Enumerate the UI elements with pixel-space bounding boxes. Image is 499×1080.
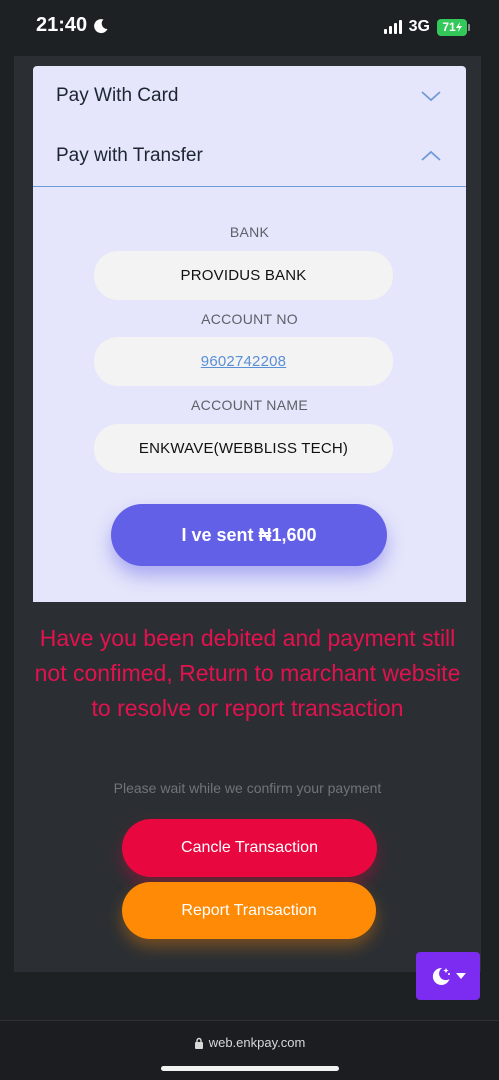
pay-with-transfer-toggle[interactable]: Pay with Transfer: [33, 126, 466, 187]
chevron-down-icon: [421, 91, 441, 102]
moon-stars-icon: [432, 967, 450, 985]
home-indicator[interactable]: [161, 1066, 339, 1071]
bank-label: BANK: [229, 224, 270, 240]
cancel-transaction-button[interactable]: Cancle Transaction: [122, 819, 377, 877]
pay-with-card-label: Pay With Card: [56, 85, 179, 106]
pay-with-card-toggle[interactable]: Pay With Card: [33, 66, 466, 126]
account-name-label: ACCOUNT NAME: [191, 397, 308, 413]
caret-down-icon: [456, 973, 466, 979]
status-time-group: 21:40: [36, 14, 109, 37]
status-indicators: 3G 71: [383, 18, 470, 36]
charging-icon: [455, 22, 462, 32]
report-transaction-button[interactable]: Report Transaction: [122, 882, 376, 939]
ive-sent-button[interactable]: I ve sent ₦1,600: [111, 504, 387, 566]
network-type: 3G: [408, 18, 430, 35]
battery-icon: 71: [437, 18, 470, 36]
status-bar: 21:40 3G 71: [0, 0, 499, 56]
account-name-value: ENKWAVE(WEBBLISS TECH): [138, 440, 349, 457]
status-time: 21:40: [36, 14, 88, 36]
url-display[interactable]: web.enkpay.com: [0, 1035, 499, 1050]
payment-page: Pay With Card Pay with Transfer BANK PRO…: [14, 56, 481, 972]
url-text: web.enkpay.com: [208, 1035, 306, 1050]
account-no-label: ACCOUNT NO: [201, 311, 298, 327]
debit-warning-text: Have you been debited and payment still …: [34, 625, 461, 721]
moon-icon: [94, 18, 108, 33]
signal-icon: [383, 20, 402, 34]
bank-value: PROVIDUS BANK: [180, 267, 307, 284]
chevron-up-icon: [421, 150, 441, 161]
wait-message: Please wait while we confirm your paymen…: [113, 780, 382, 796]
account-no-field: 9602742208: [94, 337, 393, 386]
pay-with-transfer-label: Pay with Transfer: [56, 145, 203, 166]
battery-level: 71: [442, 20, 456, 34]
theme-toggle-button[interactable]: [416, 952, 480, 1000]
account-name-field: ENKWAVE(WEBBLISS TECH): [94, 424, 393, 473]
payment-card: Pay With Card Pay with Transfer BANK PRO…: [33, 66, 466, 602]
lock-icon: [194, 1037, 203, 1049]
bank-field: PROVIDUS BANK: [94, 251, 393, 300]
account-number-link[interactable]: 9602742208: [201, 353, 286, 370]
browser-address-bar: web.enkpay.com: [0, 1020, 499, 1080]
